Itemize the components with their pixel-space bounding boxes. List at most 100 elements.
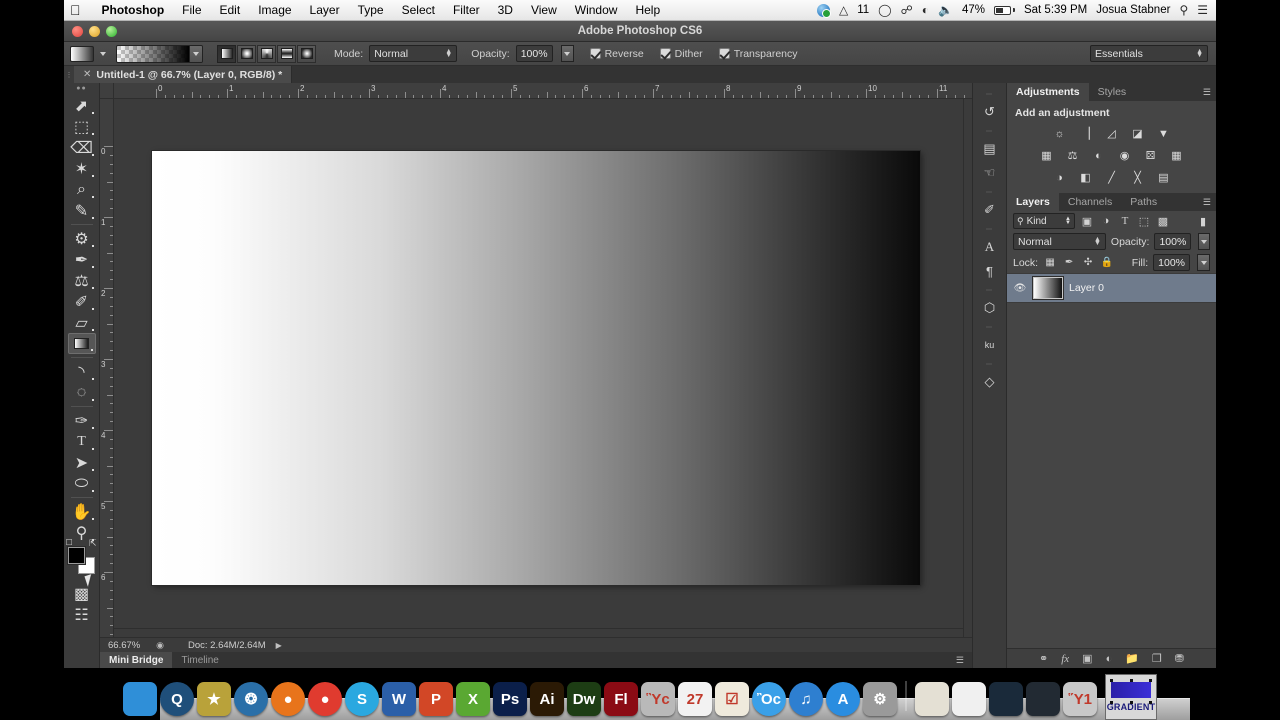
color-swatches[interactable]: ☐ ⇱ — [66, 538, 97, 575]
color-swatches-panel-icon[interactable]: ▤ — [977, 137, 1003, 161]
lock-position-icon[interactable]: ✣ — [1081, 256, 1095, 270]
pen-tool[interactable]: ✑ — [68, 410, 96, 431]
diamond-gradient-button[interactable] — [297, 44, 316, 63]
gradient-swatch-picker[interactable] — [116, 44, 203, 63]
dock-item-minimized-window[interactable] — [1026, 682, 1060, 716]
dock-item-instruction-manual[interactable] — [915, 682, 949, 716]
history-brush-tool[interactable]: ✐ — [68, 291, 96, 312]
dock-item-finder[interactable] — [123, 682, 157, 716]
chevron-down-icon[interactable] — [100, 51, 106, 56]
dock-item-messages[interactable]: Ὂc — [752, 682, 786, 716]
linear-gradient-button[interactable] — [217, 44, 236, 63]
layer-opacity-slider-button[interactable] — [1198, 233, 1210, 250]
reverse-checkbox[interactable]: Reverse — [589, 48, 644, 60]
menu-item-layer[interactable]: Layer — [301, 3, 349, 17]
dock-item-excel[interactable]: X — [456, 682, 490, 716]
3d-panel-icon[interactable]: ⬡ — [977, 296, 1003, 320]
layer-name[interactable]: Layer 0 — [1069, 282, 1104, 294]
filter-pixel-icon[interactable]: ▣ — [1080, 214, 1094, 228]
dock-item-powerpoint[interactable]: P — [419, 682, 453, 716]
layer-visibility-eye-icon[interactable]: 👁 — [1013, 283, 1027, 294]
layer-filter-kind-select[interactable]: ⚲ Kind ▲ ▼ — [1013, 213, 1075, 229]
threshold-icon[interactable]: ╱ — [1104, 170, 1120, 185]
eraser-tool[interactable]: ▱ — [68, 312, 96, 333]
brush-tool[interactable]: ✒ — [68, 249, 96, 270]
link-layers-icon[interactable]: ⚭ — [1039, 652, 1048, 665]
layer-fill-input[interactable]: 100% — [1153, 254, 1190, 271]
dodge-tool[interactable]: ◌ — [68, 382, 96, 403]
vertical-ruler[interactable]: 0 1 2 3 4 5 6 — [100, 99, 114, 637]
canvas-scroll-region[interactable] — [114, 99, 972, 637]
menu-item-window[interactable]: Window — [566, 3, 627, 17]
document-tab[interactable]: ✕ Untitled-1 @ 66.7% (Layer 0, RGB/8) * — [74, 66, 293, 83]
selective-color-icon[interactable]: ╳ — [1130, 170, 1146, 185]
volume-icon[interactable]: 🔈 — [938, 4, 953, 16]
radial-gradient-button[interactable] — [237, 44, 256, 63]
layer-row[interactable]: 👁 Layer 0 — [1007, 273, 1216, 303]
menu-item-view[interactable]: View — [522, 3, 566, 17]
wifi-icon[interactable]: ◐ — [922, 4, 929, 16]
vertical-scrollbar[interactable] — [963, 99, 972, 637]
menu-item-file[interactable]: File — [173, 3, 210, 17]
path-selection-tool[interactable]: ➤ — [68, 452, 96, 473]
dither-checkbox[interactable]: Dither — [659, 48, 703, 60]
quick-mask-icon[interactable]: ▩ — [68, 583, 96, 604]
move-tool[interactable]: ⬈ — [68, 95, 96, 116]
default-colors-icon[interactable]: ☐ — [66, 538, 73, 547]
dock-item-firefox[interactable]: ● — [271, 682, 305, 716]
workspace-select[interactable]: Essentials ▲ ▼ — [1090, 45, 1208, 62]
brightness-contrast-icon[interactable]: ☼ — [1052, 126, 1068, 141]
clock-icon[interactable]: ◯ — [878, 4, 891, 16]
checkbox-icon[interactable] — [659, 48, 671, 59]
character-panel-icon[interactable]: A — [977, 235, 1003, 259]
hand-tool[interactable]: ✋ — [68, 501, 96, 522]
screen-mode-icon[interactable]: ☷ — [68, 604, 96, 625]
dock-item-trash[interactable]: Ὕ1 — [1063, 682, 1097, 716]
new-layer-icon[interactable]: ❐ — [1152, 652, 1162, 665]
opacity-input[interactable]: 100% — [515, 45, 553, 62]
checkbox-icon[interactable] — [718, 48, 730, 59]
tab-adjustments[interactable]: Adjustments — [1007, 83, 1089, 101]
lasso-tool[interactable]: ⌫ — [68, 137, 96, 158]
dock-item-illustrator[interactable]: Ai — [530, 682, 564, 716]
channel-mixer-icon[interactable]: ⚄ — [1143, 148, 1159, 163]
horizontal-scrollbar[interactable] — [114, 628, 963, 637]
dock-item-itunes[interactable]: ♫ — [789, 682, 823, 716]
filter-toggle-icon[interactable]: ▮ — [1196, 214, 1210, 228]
new-group-icon[interactable]: 📁 — [1125, 652, 1139, 665]
dock-item-preview[interactable]: Ὓc — [641, 682, 675, 716]
add-layer-mask-icon[interactable]: ▣ — [1082, 652, 1092, 665]
black-white-icon[interactable]: ◐ — [1091, 148, 1107, 163]
filter-smart-object-icon[interactable]: ▩ — [1156, 214, 1170, 228]
layer-fill-slider-button[interactable] — [1197, 254, 1210, 271]
gradient-project-thumbnail[interactable]: GRADIENT — [1105, 674, 1157, 720]
tab-timeline[interactable]: Timeline — [172, 652, 227, 668]
checkbox-icon[interactable] — [589, 48, 601, 59]
posterize-icon[interactable]: ◧ — [1078, 170, 1094, 185]
tab-mini-bridge[interactable]: Mini Bridge — [100, 652, 173, 668]
menu-item-help[interactable]: Help — [626, 3, 669, 17]
transparency-checkbox[interactable]: Transparency — [718, 48, 798, 60]
blend-mode-select[interactable]: Normal ▲ ▼ — [369, 45, 458, 62]
angle-gradient-button[interactable] — [257, 44, 276, 63]
hue-saturation-icon[interactable]: ▦ — [1039, 148, 1055, 163]
tabbar-grip[interactable]: ⋮ — [64, 66, 74, 83]
new-fill-adjustment-icon[interactable]: ◐ — [1106, 653, 1113, 665]
menu-item-type[interactable]: Type — [349, 3, 393, 17]
dock-item-calendar[interactable]: 27 — [678, 682, 712, 716]
magic-wand-tool[interactable]: ✶ — [68, 158, 96, 179]
dock-item-app-store[interactable]: A — [826, 682, 860, 716]
filter-adjustment-icon[interactable]: ◑ — [1099, 214, 1113, 228]
clone-stamp-tool[interactable]: ⚖ — [68, 270, 96, 291]
dock-item-imovie[interactable]: ★ — [197, 682, 231, 716]
gradient-dropdown-icon[interactable] — [189, 45, 202, 62]
dock-item-dreamweaver[interactable]: Dw — [567, 682, 601, 716]
dock-item-system-preferences[interactable]: ⚙ — [863, 682, 897, 716]
swap-colors-icon[interactable]: ⇱ — [89, 538, 97, 549]
menu-bar-username[interactable]: Josua Stabner — [1096, 4, 1170, 16]
gradient-preset-icon[interactable] — [70, 45, 94, 62]
layer-opacity-input[interactable]: 100% — [1154, 233, 1192, 250]
eyedropper-tool[interactable]: ✎ — [68, 200, 96, 221]
dock-item-safari[interactable]: ❂ — [234, 682, 268, 716]
menu-item-3d[interactable]: 3D — [489, 3, 522, 17]
